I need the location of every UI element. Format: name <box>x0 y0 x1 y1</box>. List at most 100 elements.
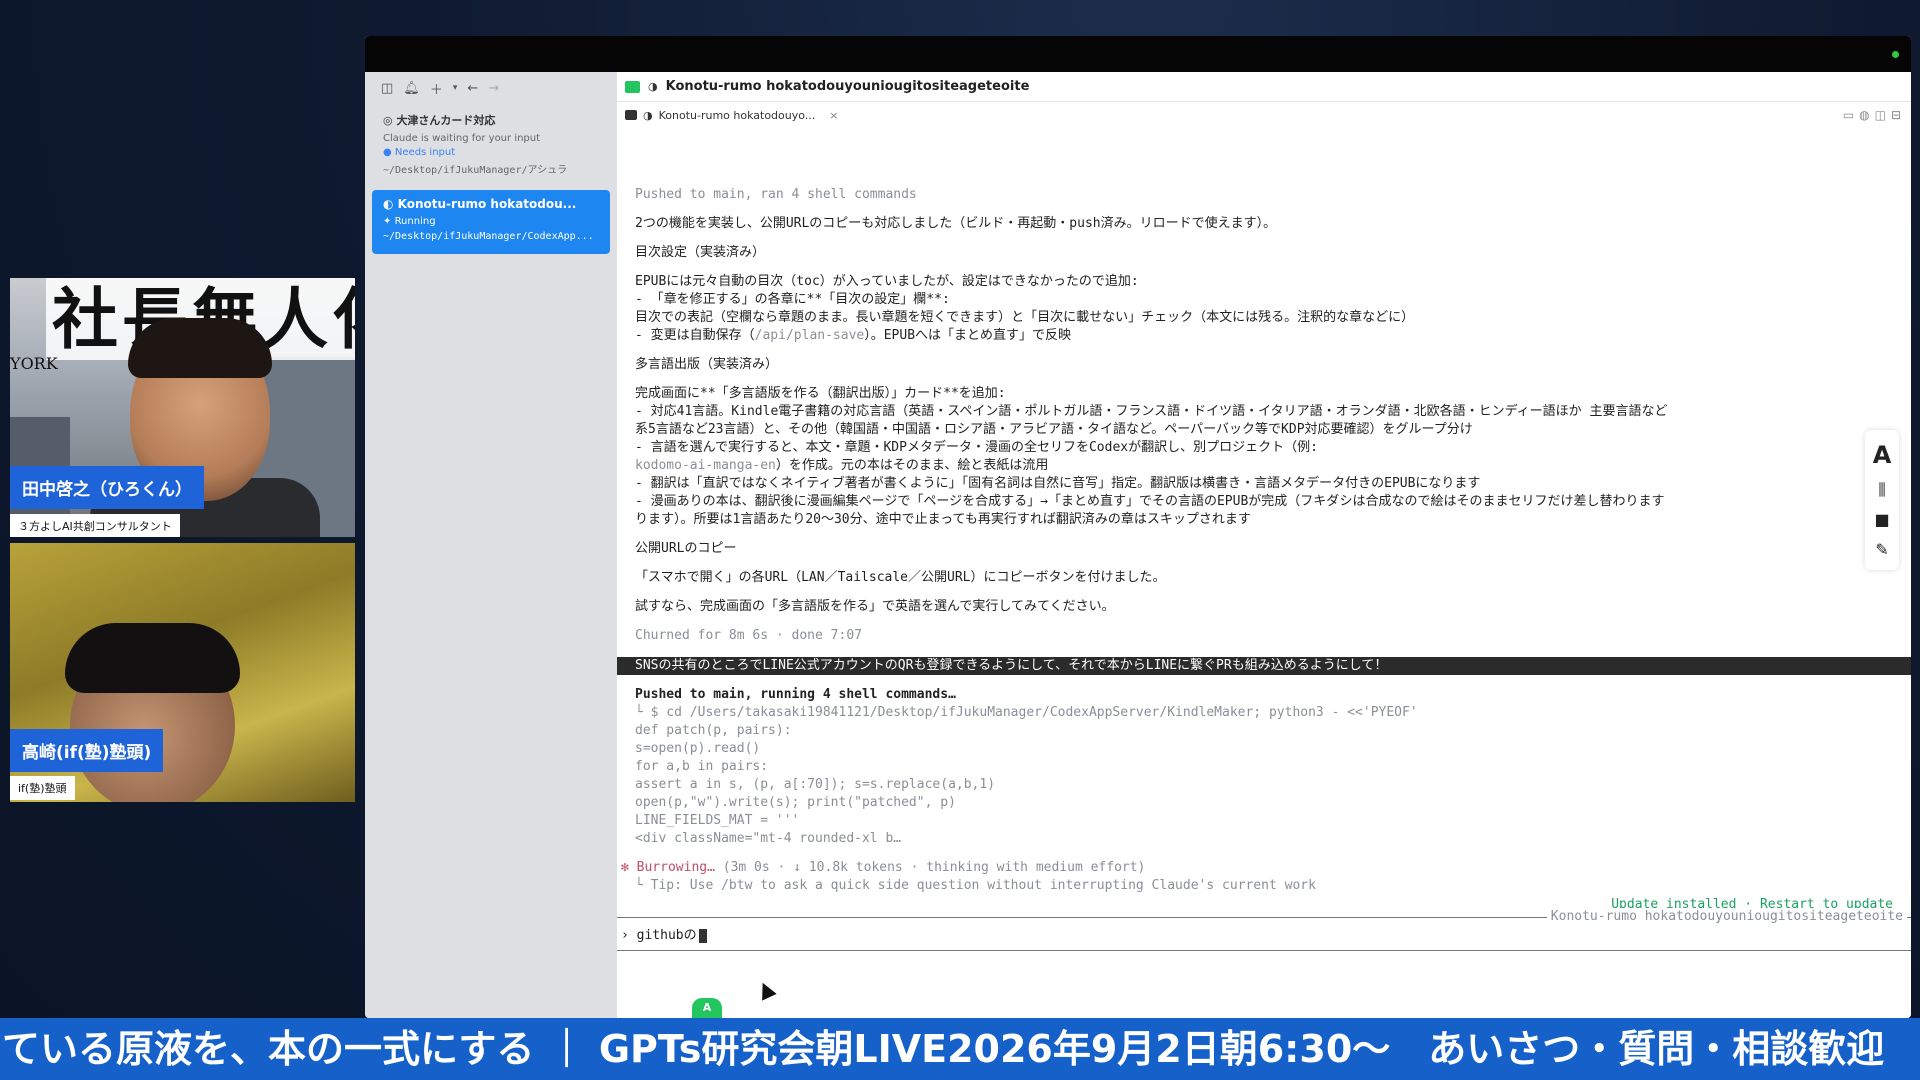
back-arrow-icon[interactable]: ← <box>467 81 478 96</box>
session-status: Running <box>394 216 436 227</box>
stop-icon[interactable]: ■ <box>1874 510 1889 529</box>
app-window: ◫ 🔔︎ ＋ ▾ ← → ◎ 大津さんカード対応 Claude is waiti… <box>365 36 1911 1018</box>
layout-icon[interactable]: ⊟ <box>1891 108 1901 122</box>
terminal-line: - 言語を選んで実行すると、本文・章題・KDPメタデータ・漫画の全セリフをCod… <box>635 440 1318 455</box>
terminal-code: /api/plan-save <box>754 328 865 343</box>
terminal-text: (3m 0s · ↓ 10.8k tokens · thinking with … <box>714 860 1146 875</box>
input-line[interactable]: › githubの <box>621 927 707 945</box>
bell-icon: ● <box>383 147 395 158</box>
text-cursor <box>698 928 707 943</box>
terminal-line: Pushed to main, ran 4 shell commands <box>635 187 917 202</box>
terminal-line: Churned for 8m 6s · done 7:07 <box>635 628 862 643</box>
terminal-line: 目次での表記（空欄なら章題のまま。長い章題を短くできます）と「目次に載せない」チ… <box>635 310 1415 325</box>
pen-icon[interactable]: ✎ <box>1875 540 1888 559</box>
terminal-line: 完成画面に**「多言語版を作る（翻訳出版）」カード**を追加: <box>635 386 1006 401</box>
half-circle-icon: ◑ <box>643 108 653 122</box>
folder-icon <box>625 80 640 93</box>
font-icon[interactable]: A <box>1873 441 1892 469</box>
user-prompt: SNSの共有のところでLINE公式アカウントのQRも登録できるようにして、それで… <box>617 657 1911 675</box>
session-item-1[interactable]: ◎ 大津さんカード対応 Claude is waiting for your i… <box>365 104 617 184</box>
chevron-down-icon[interactable]: ▾ <box>453 83 458 93</box>
tab-bar: ◑ Konotu-rumo hokatodouyo... × ▭ ◍ ◫ ⊟ <box>617 102 1911 128</box>
session-badge: Needs input <box>394 147 456 158</box>
page-title: Konotu-rumo hokatodouyouniougitositeaget… <box>665 79 1030 94</box>
terminal-line: s=open(p).read() <box>635 741 761 756</box>
half-circle-icon: ◑ <box>648 80 658 93</box>
session-path: ~/Desktop/ifJukuManager/アシュラ <box>383 165 568 176</box>
terminal-line: - 対応41言語。Kindle電子書籍の対応言語（英語・スペイン語・ポルトガル語… <box>635 404 1668 419</box>
terminal-line: 試すなら、完成画面の「多言語版を作る」で英語を選んで実行してみてください。 <box>635 599 1115 614</box>
terminal-text: ）。EPUBへは「まとめ直す」で反映 <box>864 328 1072 343</box>
session-title: Konotu-rumo hokatodou... <box>397 197 577 211</box>
name-subtitle: if(塾)塾頭 <box>10 776 75 800</box>
floating-toolbar: A ⫼ ■ ✎ <box>1865 430 1899 570</box>
running-icon: ✦ <box>383 216 395 227</box>
terminal-line: 「スマホで開く」の各URL（LAN／Tailscale／公開URL）にコピーボタ… <box>635 570 1166 585</box>
background-text: YORK <box>10 354 58 373</box>
session-item-2[interactable]: ◐ Konotu-rumo hokatodou... ✦ Running ~/D… <box>372 190 610 254</box>
bell-icon[interactable]: 🔔︎ <box>403 81 420 96</box>
terminal-line: 目次設定（実装済み） <box>635 245 766 260</box>
terminal-output[interactable]: Pushed to main, ran 4 shell commands 2つの… <box>617 152 1911 1018</box>
terminal-line: kodomo-ai-manga-en）を作成。元の本はそのまま、絵と表紙は流用 <box>635 457 1048 475</box>
split-icon[interactable]: ◫ <box>1875 108 1886 122</box>
close-icon[interactable]: × <box>829 109 838 122</box>
new-session-icon[interactable]: ＋ <box>430 79 443 98</box>
tab-session[interactable]: ◑ Konotu-rumo hokatodouyo... × <box>625 109 839 122</box>
panel-icon[interactable]: ▭ <box>1843 108 1854 122</box>
terminal-line: <div className="mt-4 rounded-xl b… <box>635 831 902 846</box>
terminal-line: EPUBには元々自動の目次（toc）が入っていましたが、設定はできなかったので追… <box>635 274 1139 289</box>
audio-bars-icon[interactable]: ⫼ <box>1878 480 1885 500</box>
terminal-text: - 変更は自動保存（ <box>635 328 755 343</box>
forward-arrow-icon[interactable]: → <box>488 81 499 96</box>
session-name-label: Konotu-rumo hokatodouyouniougitositeaget… <box>1546 908 1907 926</box>
tab-toolbar: ▭ ◍ ◫ ⊟ <box>1843 108 1901 122</box>
terminal-line: ります）。所要は1言語あたり20〜30分、途中で止まっても再実行すれば翻訳済みの… <box>635 512 1251 527</box>
session-path: ~/Desktop/ifJukuManager/CodexApp... <box>383 231 594 242</box>
terminal-icon <box>625 110 637 120</box>
name-subtitle: ３方よしAI共創コンサルタント <box>10 514 180 537</box>
terminal-text: ）を作成。元の本はそのまま、絵と表紙は流用 <box>775 458 1049 473</box>
terminal-line: └ $ cd /Users/takasaki19841121/Desktop/i… <box>635 705 1418 720</box>
person-hair <box>128 318 272 378</box>
terminal-line: └ Tip: Use /btw to ask a quick side ques… <box>635 878 1316 893</box>
terminal-code: kodomo-ai-manga-en <box>635 458 776 473</box>
terminal-line: Pushed to main, running 4 shell commands… <box>635 687 956 702</box>
news-ticker: ている原液を、本の一式にする ｜ GPTs研究会朝LIVE2026年9月2日朝6… <box>0 1018 1920 1080</box>
terminal-line: - 翻訳は「直訳ではなくネイティブ著者が書くように」「固有名詞は自然に音写」指定… <box>635 476 1481 491</box>
webcam-person2: 高崎(if(塾)塾頭) if(塾)塾頭 <box>10 543 355 802</box>
sidebar-toolbar: ◫ 🔔︎ ＋ ▾ ← → <box>365 72 617 104</box>
terminal-line: 多言語出版（実装済み） <box>635 357 779 372</box>
terminal-line: 系5言語など23言語）と、その他（韓国語・中国語・ロシア語・アラビア語・タイ語な… <box>635 422 1473 437</box>
terminal-line: - 「章を修正する」の各章に**「目次の設定」欄**: <box>635 292 950 307</box>
terminal-line: - 変更は自動保存（/api/plan-save）。EPUBへは「まとめ直す」で… <box>635 327 1071 345</box>
sidebar-toggle-icon[interactable]: ◫ <box>381 81 393 96</box>
terminal-line: def patch(p, pairs): <box>635 723 792 738</box>
prompt-chevron: › <box>621 928 629 943</box>
terminal-line: assert a in s, (p, a[:70]); s=s.replace(… <box>635 777 996 792</box>
tab-label: Konotu-rumo hokatodouyo... <box>658 108 816 122</box>
session-icon: ◐ <box>383 197 398 211</box>
terminal-line: open(p,"w").write(s); print("patched", p… <box>635 795 956 810</box>
terminal-line: - 漫画ありの本は、翻訳後に漫画編集ページで「ページを合成する」→「まとめ直す」… <box>635 494 1665 509</box>
session-title: 大津さんカード対応 <box>396 114 496 127</box>
terminal-line: ✻ Burrowing… (3m 0s · ↓ 10.8k tokens · t… <box>621 859 1145 877</box>
input-divider <box>617 950 1911 951</box>
sidebar: ◫ 🔔︎ ＋ ▾ ← → ◎ 大津さんカード対応 Claude is waiti… <box>365 72 617 1018</box>
window-topbar <box>365 36 1911 72</box>
main-panel: ◑ Konotu-rumo hokatodouyouniougitositeag… <box>617 72 1911 1018</box>
spinner-status: ✻ Burrowing… <box>621 860 715 875</box>
terminal-line: 公開URLのコピー <box>635 541 737 556</box>
status-dot <box>1892 51 1899 58</box>
avatar: A <box>692 998 722 1018</box>
globe-icon[interactable]: ◍ <box>1859 108 1869 122</box>
terminal-line: for a,b in pairs: <box>635 759 769 774</box>
session-icon: ◎ <box>383 114 397 127</box>
main-header: ◑ Konotu-rumo hokatodouyouniougitositeag… <box>617 72 1911 102</box>
webcam-person1: 社長無人化 YORK 田中啓之（ひろくん） ３方よしAI共創コンサルタント <box>10 278 355 537</box>
name-tag: 田中啓之（ひろくん） <box>10 466 204 509</box>
person-hair <box>65 623 240 693</box>
terminal-line: LINE_FIELDS_MAT = ''' <box>635 813 800 828</box>
name-tag: 高崎(if(塾)塾頭) <box>10 729 164 772</box>
input-text[interactable]: githubの <box>637 928 697 943</box>
